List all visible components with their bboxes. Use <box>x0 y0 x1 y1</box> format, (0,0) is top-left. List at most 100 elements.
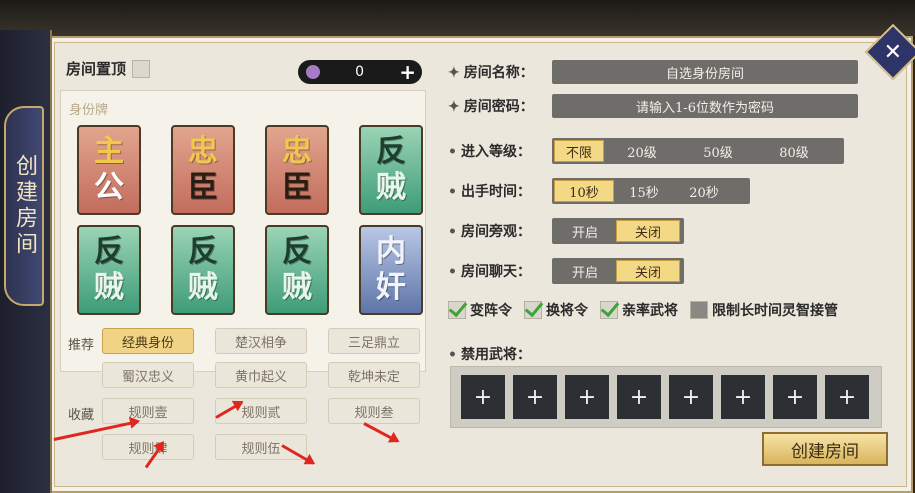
favorite-rule-5-button[interactable]: 规则伍 <box>215 434 307 460</box>
turn-time-options: 10秒 15秒 20秒 <box>552 178 750 204</box>
options-checkboxes: 变阵令 换将令 亲率武将 限制长时间灵智接管 <box>448 300 838 320</box>
check-label: 亲率武将 <box>622 303 678 319</box>
preset-huangjin-button[interactable]: 黄巾起义 <box>215 362 307 388</box>
checkbox-checked[interactable] <box>600 301 618 319</box>
room-password-input[interactable]: 请输入1-6位数作为密码 <box>552 94 858 118</box>
preset-qiankun-button[interactable]: 乾坤未定 <box>328 362 420 388</box>
tab-create-room[interactable]: 创建房间 <box>4 106 44 306</box>
spectate-off-option[interactable]: 关闭 <box>616 220 680 242</box>
checkbox-checked[interactable] <box>524 301 542 319</box>
card-text-bottom: 奸 <box>376 270 406 305</box>
tab-create-room-label: 创建房间 <box>12 154 37 258</box>
banned-generals-area: + + + + + + + + <box>450 366 882 428</box>
top-background <box>0 0 915 36</box>
card-text-top: 忠 <box>188 134 218 169</box>
add-banned-general-slot[interactable]: + <box>461 375 505 419</box>
card-text-bottom: 公 <box>94 170 124 205</box>
add-banned-general-slot[interactable]: + <box>721 375 765 419</box>
spectate-on-option[interactable]: 开启 <box>554 220 616 242</box>
turn-time-label-text: 出手时间： <box>460 184 531 200</box>
sidebar: 创建房间 <box>0 30 52 493</box>
pin-room-checkbox[interactable] <box>132 59 151 78</box>
card-text-bottom: 贼 <box>94 270 124 305</box>
check-label: 换将令 <box>546 303 588 319</box>
pin-room-row: 房间置顶 <box>66 58 151 79</box>
checkbox-unchecked[interactable] <box>690 301 708 319</box>
currency-value: 0 <box>355 64 365 80</box>
spectate-label: • 房间旁观： <box>448 224 531 240</box>
level-label-text: 进入等级： <box>460 144 531 160</box>
preset-shuhan-button[interactable]: 蜀汉忠义 <box>102 362 194 388</box>
spectate-options: 开启 关闭 <box>552 218 684 244</box>
time-option-20[interactable]: 20秒 <box>674 180 734 202</box>
room-password-row: ✦ 房间密码： 请输入1-6位数作为密码 <box>448 94 858 118</box>
chat-off-option[interactable]: 关闭 <box>616 260 680 282</box>
add-banned-general-slot[interactable]: + <box>513 375 557 419</box>
right-panel: ✦ 房间名称： 自选身份房间 ✦ 房间密码： 请输入1-6位数作为密码 • 进入等级：… <box>440 54 890 468</box>
preset-sanzu-button[interactable]: 三足鼎立 <box>328 328 420 354</box>
card-text-bottom: 贼 <box>282 270 312 305</box>
card-text-bottom: 臣 <box>188 170 218 205</box>
check-formation-token[interactable]: 变阵令 <box>448 300 512 320</box>
card-text-top: 主 <box>94 134 124 169</box>
time-option-10[interactable]: 10秒 <box>554 180 614 202</box>
card-text-top: 反 <box>282 234 312 269</box>
add-banned-general-slot[interactable]: + <box>565 375 609 419</box>
level-option-80[interactable]: 80级 <box>756 140 832 162</box>
card-loyalist: 忠 臣 <box>265 125 329 215</box>
favorite-rule-4-button[interactable]: 规则肆 <box>102 434 194 460</box>
preset-chuhan-button[interactable]: 楚汉相争 <box>215 328 307 354</box>
favorite-rule-1-button[interactable]: 规则壹 <box>102 398 194 424</box>
room-name-label-text: 房间名称： <box>463 65 534 81</box>
level-option-50[interactable]: 50级 <box>680 140 756 162</box>
create-room-button[interactable]: 创建房间 <box>762 432 888 466</box>
time-option-15[interactable]: 15秒 <box>614 180 674 202</box>
level-label: • 进入等级： <box>448 144 531 160</box>
level-row: • 进入等级： 不限 20级 50级 80级 <box>448 138 844 164</box>
chat-row: • 房间聊天： 开启 关闭 <box>448 258 684 284</box>
turn-time-label: • 出手时间： <box>448 184 531 200</box>
check-swap-general-token[interactable]: 换将令 <box>524 300 588 320</box>
checkbox-checked[interactable] <box>448 301 466 319</box>
card-lord: 主 公 <box>77 125 141 215</box>
identity-label: 身份牌 <box>69 103 109 118</box>
level-option-unlimited[interactable]: 不限 <box>554 140 604 162</box>
card-rebel: 反 贼 <box>171 225 235 315</box>
spectate-label-text: 房间旁观： <box>460 224 531 240</box>
card-rebel: 反 贼 <box>77 225 141 315</box>
favorite-rule-3-button[interactable]: 规则叁 <box>328 398 420 424</box>
level-option-20[interactable]: 20级 <box>604 140 680 162</box>
card-rebel: 反 贼 <box>265 225 329 315</box>
add-banned-general-slot[interactable]: + <box>773 375 817 419</box>
room-name-label: ✦ 房间名称： <box>448 65 534 81</box>
chat-options: 开启 关闭 <box>552 258 684 284</box>
gem-icon <box>306 65 320 79</box>
add-currency-button[interactable]: + <box>399 60 416 84</box>
room-name-row: ✦ 房间名称： 自选身份房间 <box>448 60 858 84</box>
currency-bar: 0 + <box>298 60 422 84</box>
banned-generals-label-text: 禁用武将： <box>460 347 531 363</box>
add-banned-general-slot[interactable]: + <box>617 375 661 419</box>
left-panel: 房间置顶 0 + 身份牌 主 公 忠 臣 忠 臣 反 贼 反 贼 反 贼 反 贼… <box>53 54 430 469</box>
add-banned-general-slot[interactable]: + <box>669 375 713 419</box>
room-name-input[interactable]: 自选身份房间 <box>552 60 858 84</box>
card-text-top: 反 <box>94 234 124 269</box>
spectate-row: • 房间旁观： 开启 关闭 <box>448 218 684 244</box>
check-lead-general[interactable]: 亲率武将 <box>600 300 678 320</box>
card-text-top: 忠 <box>282 134 312 169</box>
room-password-label-text: 房间密码： <box>463 99 534 115</box>
check-label: 变阵令 <box>470 303 512 319</box>
chat-on-option[interactable]: 开启 <box>554 260 616 282</box>
add-banned-general-slot[interactable]: + <box>825 375 869 419</box>
chat-label-text: 房间聊天： <box>460 264 531 280</box>
card-text-bottom: 臣 <box>282 170 312 205</box>
check-label: 限制长时间灵智接管 <box>712 303 838 319</box>
card-text-bottom: 贼 <box>188 270 218 305</box>
preset-classic-button[interactable]: 经典身份 <box>102 328 194 354</box>
card-text-top: 反 <box>376 134 406 169</box>
card-traitor: 内 奸 <box>359 225 423 315</box>
recommend-label: 推荐 <box>68 338 95 353</box>
turn-time-row: • 出手时间： 10秒 15秒 20秒 <box>448 178 750 204</box>
chat-label: • 房间聊天： <box>448 264 531 280</box>
check-limit-ai-takeover[interactable]: 限制长时间灵智接管 <box>690 300 838 320</box>
